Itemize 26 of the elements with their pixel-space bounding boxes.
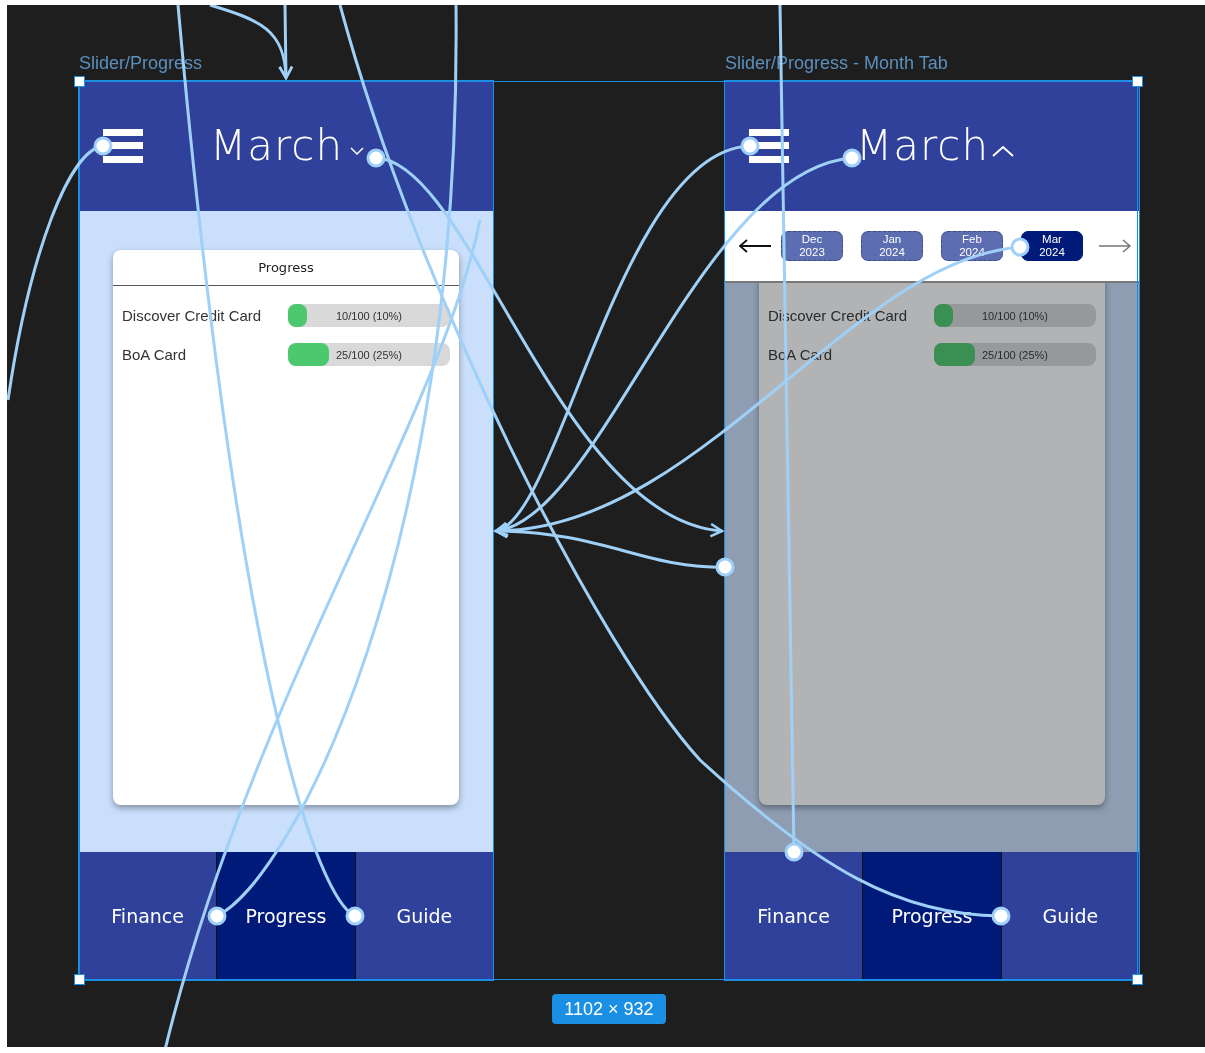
month-tab[interactable]: Jan 2024 (861, 231, 923, 261)
month-tab[interactable]: Mar 2024 (1021, 231, 1083, 261)
account-name: BoA Card (122, 346, 188, 363)
nav-tab[interactable]: Finance (725, 852, 863, 980)
arrow-right-icon[interactable] (1097, 238, 1133, 254)
arrow-left-icon[interactable] (737, 238, 773, 254)
resize-handle[interactable] (74, 76, 85, 87)
progress-reading: 10/100 (10%) (335, 309, 402, 322)
nav-tab[interactable]: Progress (862, 852, 1001, 980)
month-title[interactable]: March (210, 125, 344, 167)
nav-tab[interactable]: Progress (216, 852, 355, 980)
size-badge: 1102 × 932 (552, 994, 666, 1024)
resize-handle[interactable] (74, 974, 85, 985)
card-title: Progress (113, 250, 459, 286)
month-tab[interactable]: Dec 2023 (781, 231, 843, 261)
nav-tab[interactable]: Guide (354, 852, 493, 980)
month-title[interactable]: March (856, 125, 990, 167)
chevron-up-icon[interactable] (991, 144, 1016, 158)
progress-reading: 25/100 (25%) (335, 348, 402, 361)
resize-handle[interactable] (1132, 974, 1143, 985)
progress-reading: 10/100 (10%) (981, 309, 1048, 322)
nav-tab[interactable]: Guide (1000, 852, 1139, 980)
resize-handle[interactable] (1132, 76, 1143, 87)
nav-tab[interactable]: Finance (79, 852, 217, 980)
progress-reading: 25/100 (25%) (981, 348, 1048, 361)
menu-icon[interactable] (103, 129, 143, 163)
